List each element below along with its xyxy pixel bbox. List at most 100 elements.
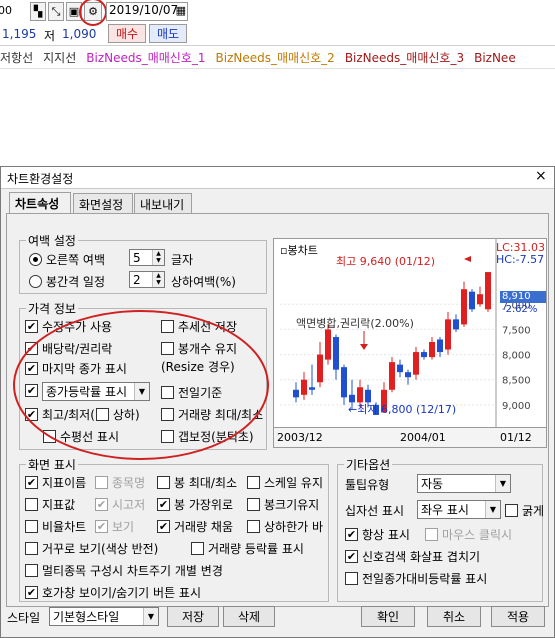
checkbox-icon[interactable]: ✔ xyxy=(345,550,358,563)
low-label: 저 xyxy=(44,29,56,43)
calendar-icon[interactable]: ▦ xyxy=(176,4,186,17)
legend-item[interactable]: 지지선 xyxy=(43,51,76,65)
signal-arrow-checkbox[interactable]: ✔ 신호검색 화살표 겹치기 xyxy=(345,548,480,565)
trend-tool-icon[interactable]: ⤡ xyxy=(48,2,64,21)
bold-checkbox[interactable]: 굵게 xyxy=(505,502,544,519)
tab-screen-settings[interactable]: 화면설정 xyxy=(73,193,133,213)
checkbox-icon[interactable] xyxy=(191,542,204,555)
checkbox-icon[interactable] xyxy=(25,498,38,511)
cancel-button[interactable]: 취소 xyxy=(427,606,481,627)
checkbox-icon[interactable]: ✔ xyxy=(25,586,38,599)
legend-item[interactable]: BizNeeds_매매신호_3 xyxy=(345,51,464,65)
checkbox-icon[interactable]: ✔ xyxy=(157,520,170,533)
dropdown-arrow-icon[interactable]: ▼ xyxy=(485,501,500,518)
scale-keep-label: 스케일 유지 xyxy=(264,476,324,490)
checkbox-icon[interactable] xyxy=(345,572,358,585)
pct-tag: -2.62% xyxy=(502,304,538,315)
multi-item-checkbox[interactable]: 멀티종목 구성시 차트주기 개별 변경 xyxy=(25,562,223,579)
legend-item[interactable]: BizNeeds_매매신호_1 xyxy=(86,51,205,65)
mouse-click-checkbox[interactable]: 마우스 클릭시 xyxy=(425,526,512,543)
reverse-checkbox[interactable]: 거꾸로 보기(색상 반전) xyxy=(25,540,158,557)
candle-body xyxy=(453,319,459,330)
checkbox-icon[interactable] xyxy=(25,520,38,533)
checkbox-icon[interactable] xyxy=(157,476,170,489)
candle-body xyxy=(469,291,475,310)
checkbox-icon[interactable]: ✔ xyxy=(95,498,108,511)
vol-change-label: 거래량 등락률 표시 xyxy=(208,542,304,556)
highlight-ellipse xyxy=(13,310,269,460)
legend-item[interactable]: BizNeeds_매매신호_2 xyxy=(216,51,335,65)
right-margin-input[interactable]: 5 ▲ ▼ xyxy=(129,249,165,266)
interval-radio[interactable] xyxy=(29,275,42,288)
vol-fill-checkbox[interactable]: ✔ 거래량 채움 xyxy=(157,518,233,535)
dropdown-arrow-icon[interactable]: ▼ xyxy=(495,475,510,492)
dialog-titlebar: 차트환경설정 × xyxy=(1,167,554,189)
ratio-chart-checkbox[interactable]: 비율차트 xyxy=(25,518,86,535)
right-margin-radio[interactable] xyxy=(29,253,42,266)
style-select[interactable]: 기본형스타일 ▼ xyxy=(49,607,159,626)
item-name-checkbox[interactable]: 종목명 xyxy=(95,474,145,491)
checkbox-icon[interactable] xyxy=(95,476,108,489)
style-label: 스타일 xyxy=(7,611,41,625)
view-checkbox[interactable]: ✔ 보기 xyxy=(95,518,134,535)
candle-max-checkbox[interactable]: 봉 최대/최소 xyxy=(157,474,237,491)
price-display-1: 1,195 xyxy=(2,27,37,41)
candle-top-checkbox[interactable]: ✔ 봉 가장위로 xyxy=(157,496,233,513)
always-show-checkbox[interactable]: ✔ 항상 표시 xyxy=(345,526,410,543)
price-tag-text: 8,910 xyxy=(502,291,531,302)
candle-size-checkbox[interactable]: 봉크기유지 xyxy=(247,496,319,513)
indicator-value-label: 지표값 xyxy=(42,498,76,512)
save-button[interactable]: 저장 xyxy=(167,606,219,627)
tooltip-label: 툴팁유형 xyxy=(345,478,390,492)
hide-button-checkbox[interactable]: ✔ 호가창 보이기/숨기기 버튼 표시 xyxy=(25,584,201,601)
apply-button[interactable]: 적용 xyxy=(491,606,545,627)
checkbox-icon[interactable]: ✔ xyxy=(25,320,38,333)
interval-input[interactable]: 2 ▲ ▼ xyxy=(129,271,165,288)
right-margin-option[interactable]: 오른쪽 여백 xyxy=(29,251,105,268)
legend-item[interactable]: 저항선 xyxy=(0,51,33,65)
interval-option[interactable]: 봉간격 일정 xyxy=(29,273,105,290)
upper-lower-checkbox[interactable]: 상하한가 바 xyxy=(247,518,323,535)
hc-label: HC:-7.57 xyxy=(496,253,545,266)
checkbox-icon[interactable] xyxy=(247,476,260,489)
crosshair-select[interactable]: 좌우 표시 ▼ xyxy=(417,500,501,519)
legend-item[interactable]: BizNee xyxy=(474,51,516,65)
indicator-name-checkbox[interactable]: ✔ 지표이름 xyxy=(25,474,86,491)
candle-body xyxy=(405,372,411,378)
sell-button[interactable]: 매도 xyxy=(149,24,187,43)
checkbox-icon[interactable] xyxy=(425,528,438,541)
checkbox-icon[interactable] xyxy=(505,504,518,517)
checkbox-icon[interactable]: ✔ xyxy=(345,528,358,541)
tooltip-select[interactable]: 자동 ▼ xyxy=(417,474,511,493)
screen-display-title: 화면 표시 xyxy=(28,458,76,472)
chart-tool-icon[interactable]: ▚ xyxy=(30,2,46,21)
vol-change-checkbox[interactable]: 거래량 등락률 표시 xyxy=(191,540,304,557)
tab-export[interactable]: 내보내기 xyxy=(134,193,192,213)
spinner-icon[interactable]: ▲ ▼ xyxy=(152,250,164,265)
checkbox-icon[interactable]: ✔ xyxy=(157,498,170,511)
other-options-title: 기타옵션 xyxy=(346,458,391,472)
chart-area xyxy=(0,68,555,166)
high-low-x-label: 시고저 xyxy=(112,498,146,512)
prev-change-checkbox[interactable]: 전일종가대비등락률 표시 xyxy=(345,570,487,587)
checkbox-icon[interactable] xyxy=(247,520,260,533)
delete-button[interactable]: 삭제 xyxy=(223,606,275,627)
ok-button[interactable]: 확인 xyxy=(361,606,415,627)
checkbox-icon[interactable]: ✔ xyxy=(95,520,108,533)
dropdown-arrow-icon[interactable]: ▼ xyxy=(143,608,158,625)
checkbox-icon[interactable] xyxy=(247,498,260,511)
checkbox-icon[interactable] xyxy=(25,564,38,577)
checkbox-icon[interactable]: ✔ xyxy=(25,476,38,489)
close-icon[interactable]: × xyxy=(535,168,547,184)
date-field[interactable]: 2019/10/07 ▦ xyxy=(106,2,188,21)
tab-chart-properties[interactable]: 차트속성 xyxy=(9,192,71,214)
signal-arrow-label: 신호검색 화살표 겹치기 xyxy=(362,550,481,564)
buy-button[interactable]: 매수 xyxy=(108,24,146,43)
spinner-icon[interactable]: ▲ ▼ xyxy=(152,272,164,287)
indicator-value-checkbox[interactable]: 지표값 xyxy=(25,496,75,513)
checkbox-icon[interactable] xyxy=(25,542,38,555)
scale-keep-checkbox[interactable]: 스케일 유지 xyxy=(247,474,323,491)
candle-body xyxy=(429,342,435,358)
high-low-x-checkbox[interactable]: ✔ 시고저 xyxy=(95,496,145,513)
mouse-click-label: 마우스 클릭시 xyxy=(442,528,513,542)
